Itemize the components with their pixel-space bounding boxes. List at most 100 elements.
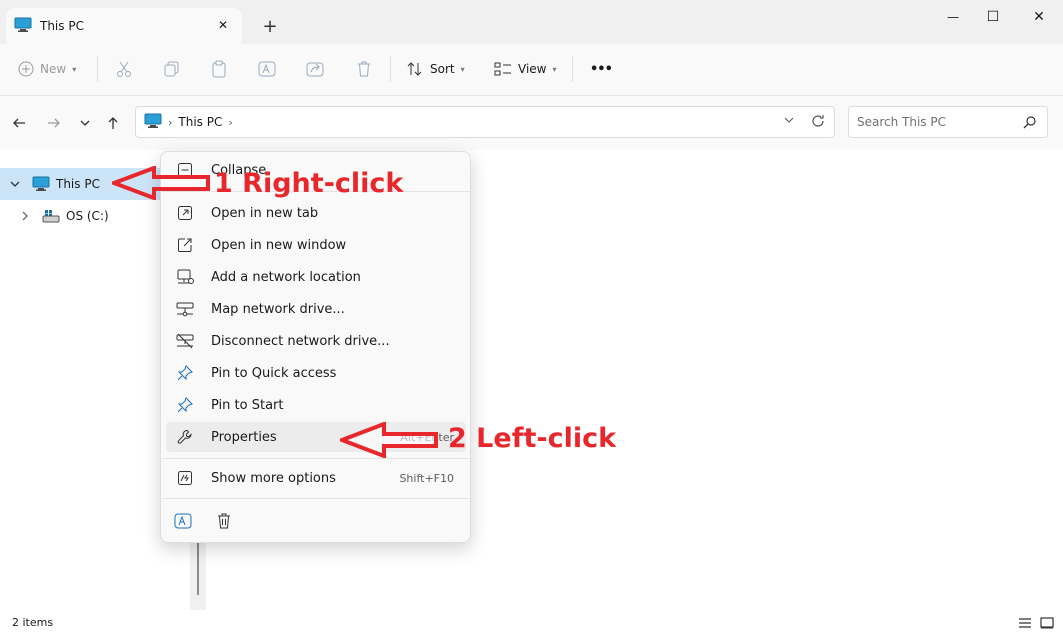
tab-title: This PC [40,19,84,33]
nav-item-label: OS (C:) [66,209,109,223]
search-input[interactable]: Search This PC [848,106,1048,138]
clipboard-icon [212,60,226,78]
chevron-down-icon: ▾ [552,64,557,74]
more-options-button[interactable]: ••• [590,56,613,82]
sort-icon [407,62,422,76]
address-bar[interactable]: › This PC › [135,106,835,138]
network-location-icon [174,268,196,286]
annotation-arrow-2 [340,422,438,458]
chevron-down-icon: ▾ [72,64,77,74]
title-bar: This PC ✕ + — ☐ ✕ [0,0,1063,44]
sort-button[interactable]: Sort ▾ [406,56,465,82]
menu-item-open-new-tab[interactable]: Open in new tab [166,198,466,228]
close-window-button[interactable]: ✕ [1024,6,1054,28]
chevron-down-icon[interactable] [6,179,24,189]
divider [390,56,391,82]
new-button[interactable]: New ▾ [18,56,76,82]
up-button[interactable] [102,112,124,134]
minimize-button[interactable]: — [938,6,968,28]
delete-button[interactable] [355,56,373,82]
trash-icon [358,61,370,77]
rename-button[interactable] [172,510,194,532]
menu-item-show-more-options[interactable]: Show more options Shift+F10 [166,463,466,493]
chevron-right-icon[interactable] [16,211,34,221]
menu-divider [162,458,471,459]
open-window-icon [174,236,196,254]
menu-item-label: Pin to Quick access [211,365,337,381]
view-button[interactable]: View ▾ [494,56,557,82]
address-history-button[interactable] [784,114,794,128]
breadcrumb-this-pc[interactable]: This PC [178,115,222,129]
rename-icon [258,61,276,77]
menu-item-shortcut: Shift+F10 [399,471,454,485]
pin-icon [174,396,196,414]
sort-label: Sort [430,62,455,76]
menu-item-label: Pin to Start [211,397,284,413]
computer-icon [32,176,50,192]
menu-item-add-network-location[interactable]: Add a network location [166,262,466,292]
arrow-right-icon [48,118,60,128]
map-drive-icon [174,300,196,318]
back-button[interactable] [8,112,30,134]
menu-item-label: Open in new window [211,237,347,253]
cut-button[interactable] [115,56,133,82]
annotation-step-2: 2 Left-click [448,423,617,454]
details-view-button[interactable] [1017,615,1033,631]
nav-item-label: This PC [56,177,100,191]
trash-icon [218,513,230,529]
menu-item-pin-quick-access[interactable]: Pin to Quick access [166,358,466,388]
chevron-down-icon [80,120,90,126]
share-button[interactable] [306,56,324,82]
delete-button[interactable] [213,510,235,532]
annotation-arrow-1 [112,166,210,200]
menu-item-label: Properties [211,429,277,445]
share-icon [306,62,324,77]
new-tab-button[interactable]: + [258,14,282,38]
refresh-icon [812,115,824,127]
wrench-icon [174,428,196,446]
menu-item-pin-to-start[interactable]: Pin to Start [166,390,466,420]
divider [97,56,98,82]
forward-button[interactable] [43,112,65,134]
nav-scrollbar[interactable] [190,543,206,610]
search-placeholder: Search This PC [857,115,946,129]
disconnect-drive-icon [174,332,196,350]
chevron-right-icon[interactable]: › [228,116,232,129]
chevron-right-icon: › [168,115,173,129]
item-count: 2 items [12,616,54,629]
computer-icon [144,113,162,132]
tiles-view-icon [1040,617,1054,629]
copy-button[interactable] [163,56,181,82]
drive-icon [42,209,60,223]
menu-item-open-new-window[interactable]: Open in new window [166,230,466,260]
more-options-icon [174,469,196,487]
menu-item-label: Show more options [211,470,336,486]
scrollbar-thumb[interactable] [197,543,199,595]
context-menu: Collapse Open in new tab Open in new win… [160,151,471,543]
open-tab-icon [174,204,196,222]
scissors-icon [117,61,131,77]
close-tab-icon[interactable]: ✕ [214,16,232,34]
computer-icon [14,17,32,36]
menu-divider [162,498,471,499]
menu-item-label: Disconnect network drive... [211,333,390,349]
tab-this-pc[interactable]: This PC ✕ [6,8,242,44]
address-row: › This PC › Search This PC [0,96,1063,150]
arrow-left-icon [13,118,25,128]
refresh-button[interactable] [810,113,826,132]
tiles-view-button[interactable] [1039,615,1055,631]
chevron-down-icon: ▾ [460,64,465,74]
annotation-step-1: 1 Right-click [214,168,404,199]
recent-locations-button[interactable] [74,112,96,134]
menu-item-map-network-drive[interactable]: Map network drive... [166,294,466,324]
details-view-icon [1019,618,1031,628]
search-icon [1023,115,1037,132]
view-icon [494,62,511,76]
copy-icon [164,61,179,77]
maximize-button[interactable]: ☐ [978,6,1008,28]
chevron-down-icon [784,117,794,123]
command-bar: New ▾ Sort ▾ View ▾ ••• [0,44,1063,96]
paste-button[interactable] [210,56,228,82]
menu-item-disconnect-network-drive[interactable]: Disconnect network drive... [166,326,466,356]
rename-button[interactable] [258,56,276,82]
